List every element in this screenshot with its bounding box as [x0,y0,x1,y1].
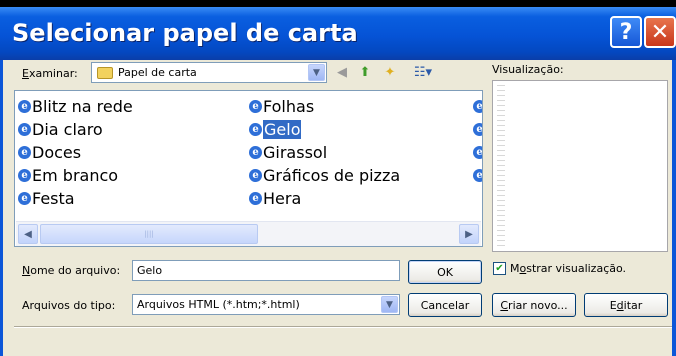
lookin-value: Papel de carta [118,66,197,79]
filetype-dropdown[interactable]: Arquivos HTML (*.htm;*.html) ▼ [132,294,400,315]
preview-pane [492,80,668,252]
help-icon: ? [619,19,633,45]
arrow-left-icon: ◀ [24,228,32,240]
filename-field[interactable]: Gelo [132,260,400,281]
ie-file-icon: e [249,191,262,205]
back-icon[interactable]: ◀ [332,62,352,82]
ie-file-icon: e [249,122,262,136]
preview-stationery-strip [497,85,505,247]
scroll-thumb[interactable]: |||| [40,224,258,244]
ie-file-icon: e [473,145,482,159]
ie-file-icon: e [18,99,31,113]
title-bar[interactable]: Selecionar papel de carta ? ✕ [0,7,676,60]
ie-file-icon: e [473,99,482,113]
list-item-partial[interactable]: e [473,95,482,117]
divider [14,326,672,328]
list-item[interactable]: e Gráficos de pizza [249,164,400,186]
views-menu-icon[interactable]: ☷▾ [406,62,440,82]
ie-file-icon: e [18,168,31,182]
edit-button[interactable]: Ed itar [584,293,668,317]
window-title: Selecionar papel de carta [12,19,358,47]
window-left-edge [0,60,3,356]
ok-button[interactable]: OK [408,260,482,284]
ie-file-icon: e [249,145,262,159]
show-preview-label[interactable]: Mostrar visualização. [510,262,626,275]
list-item-partial[interactable]: e [473,141,482,163]
up-folder-icon[interactable]: ⬆ [355,62,375,82]
list-item[interactable]: e Em branco [18,164,118,186]
chevron-down-icon[interactable]: ▼ [381,296,398,313]
lookin-label: Examinar: [22,67,78,80]
filename-label: Nome do arquivo: [22,264,121,277]
lookin-dropdown[interactable]: Papel de carta ▼ [91,62,327,83]
list-item-partial[interactable]: e [473,118,482,140]
ie-file-icon: e [473,168,482,182]
scroll-left-button[interactable]: ◀ [18,224,38,244]
scroll-right-button[interactable]: ▶ [459,224,479,244]
top-border [0,0,676,7]
horizontal-scrollbar[interactable]: ◀ |||| ▶ [16,221,481,246]
list-item[interactable]: e Festa [18,187,75,209]
new-folder-icon[interactable]: ✦ [380,62,400,82]
list-item[interactable]: e Doces [18,141,81,163]
close-button[interactable]: ✕ [644,16,676,48]
ie-file-icon: e [18,191,31,205]
checkmark-icon: ✔ [495,263,504,274]
ie-file-icon: e [18,122,31,136]
list-item[interactable]: e Hera [249,187,301,209]
list-item[interactable]: e Blitz na rede [18,95,133,117]
folder-icon [97,66,113,79]
list-item[interactable]: e Dia claro [18,118,103,140]
arrow-right-icon: ▶ [465,228,473,240]
window-right-edge [672,60,676,356]
ie-file-icon: e [249,168,262,182]
filetype-label: Arquivos do tipo: [22,299,116,312]
list-item[interactable]: e Girassol [249,141,327,163]
list-item[interactable]: e Folhas [249,95,314,117]
list-item-partial[interactable]: e [473,164,482,186]
cancel-button[interactable]: Cancelar [408,293,482,317]
close-icon: ✕ [650,19,670,45]
preview-label: Visualização: [492,63,564,76]
help-button[interactable]: ? [610,16,642,48]
ie-file-icon: e [249,99,262,113]
file-list[interactable]: e Blitz na rede e Dia claro e Doces e Em bra… [14,90,483,247]
ie-file-icon: e [473,122,482,136]
list-item-selected[interactable]: e Gelo [249,118,302,140]
chevron-down-icon[interactable]: ▼ [308,64,325,81]
grip-icon: |||| [144,230,154,238]
dialog-window: Selecionar papel de carta ? ✕ Examinar: … [0,0,676,356]
create-new-button[interactable]: Criar novo... [492,293,576,317]
ie-file-icon: e [18,145,31,159]
show-preview-checkbox[interactable]: ✔ [493,262,506,275]
filetype-value: Arquivos HTML (*.htm;*.html) [137,298,300,311]
